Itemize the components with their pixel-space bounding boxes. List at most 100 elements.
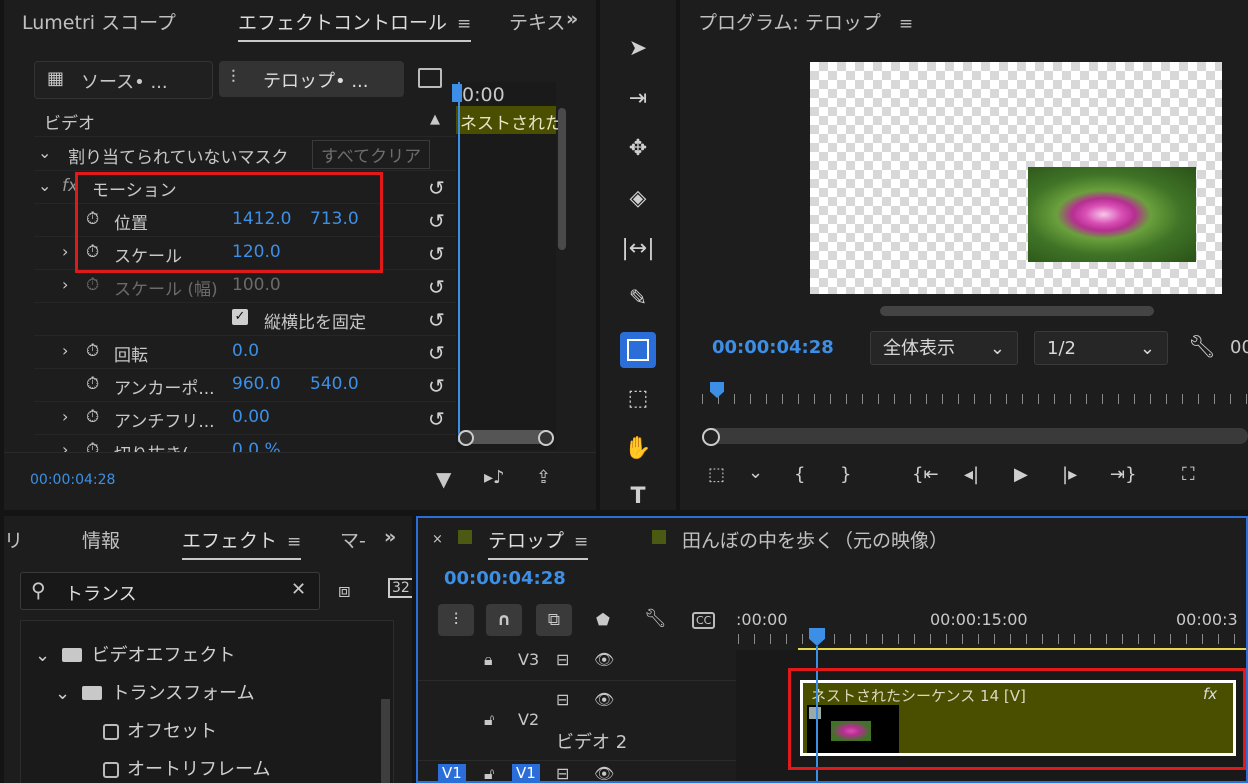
resolution-dropdown[interactable]: 1/2 ⌄ bbox=[1034, 331, 1168, 365]
lock-icon[interactable]: 🔒︎ bbox=[484, 650, 493, 670]
chevron-down-icon[interactable]: ⌄ bbox=[38, 143, 51, 162]
panel-toggle-icon[interactable] bbox=[418, 68, 442, 88]
mini-zoom-left[interactable] bbox=[458, 430, 474, 446]
32bit-effects-icon[interactable]: 32 bbox=[388, 578, 412, 598]
program-timecode[interactable]: 00:00:04:28 bbox=[712, 337, 834, 358]
safe-margins-icon[interactable]: ⬚ bbox=[708, 464, 725, 485]
reset-icon[interactable]: ↺ bbox=[428, 242, 456, 266]
panel-menu-icon[interactable]: ≡ bbox=[457, 14, 471, 34]
ripple-edit-tool-icon[interactable]: ✥ bbox=[620, 136, 656, 161]
play-audio-icon[interactable]: ▸♪ bbox=[484, 467, 505, 488]
linked-selection-button[interactable]: ⧉ bbox=[536, 604, 572, 636]
clear-search-icon[interactable]: ✕ bbox=[291, 579, 306, 600]
effects-tree-scrollbar[interactable] bbox=[381, 699, 390, 783]
fit-dropdown[interactable]: 全体表示 ⌄ bbox=[870, 331, 1018, 365]
source-selector[interactable]: ▦ ソース• ... bbox=[34, 61, 213, 99]
track-select-tool-icon[interactable]: ⇥ bbox=[620, 86, 656, 111]
tab-lumetri-scopes[interactable]: Lumetri スコープ bbox=[22, 8, 176, 35]
slip-tool-icon[interactable]: |↔| bbox=[620, 236, 656, 261]
eye-icon[interactable]: 👁︎ bbox=[594, 650, 614, 669]
go-to-out-icon[interactable]: ⇥} bbox=[1110, 464, 1137, 485]
chevron-down-icon[interactable]: ⌄ bbox=[748, 462, 763, 483]
wrench-icon[interactable]: 🔧︎ bbox=[644, 608, 667, 629]
reset-icon[interactable]: ↺ bbox=[428, 176, 456, 200]
reset-icon[interactable]: ↺ bbox=[428, 341, 456, 365]
nest-toggle-button[interactable]: ⫶ bbox=[438, 604, 474, 636]
panel-menu-icon[interactable]: ≡ bbox=[574, 532, 588, 552]
source-patch-v1[interactable]: V1 bbox=[438, 764, 466, 781]
mark-in-icon[interactable]: { bbox=[794, 464, 805, 485]
wrench-icon[interactable]: 🔧︎ bbox=[1188, 335, 1216, 360]
export-icon[interactable]: ⇪ bbox=[536, 467, 551, 488]
selection-tool-icon[interactable]: ➤ bbox=[620, 36, 656, 61]
rectangle-tool-button[interactable] bbox=[620, 332, 656, 368]
sync-lock-icon[interactable]: ⊟ bbox=[556, 690, 569, 709]
program-zoom-handle[interactable] bbox=[702, 428, 720, 446]
clip-selector[interactable]: ⫶ テロップ• ... bbox=[219, 61, 404, 97]
chevron-down-icon[interactable]: ⌄ bbox=[38, 176, 51, 195]
tab-effect-controls[interactable]: エフェクトコントロール ≡ bbox=[238, 8, 472, 42]
button-editor-icon[interactable]: ⛶ bbox=[1182, 464, 1195, 485]
search-input[interactable]: トランス bbox=[65, 580, 137, 606]
eye-icon[interactable]: 👁︎ bbox=[594, 764, 614, 781]
sync-lock-icon[interactable]: ⊟ bbox=[556, 764, 569, 781]
mini-playhead-handle[interactable] bbox=[452, 84, 462, 102]
mini-zoom-right[interactable] bbox=[538, 430, 554, 446]
reset-icon[interactable]: ↺ bbox=[428, 407, 456, 431]
reset-icon[interactable]: ↺ bbox=[428, 308, 456, 332]
chevron-right-icon[interactable]: › bbox=[62, 275, 68, 294]
mark-out-icon[interactable]: } bbox=[840, 464, 851, 485]
clear-all-button[interactable]: すべてクリア bbox=[312, 140, 431, 169]
type-tool-icon[interactable]: T bbox=[620, 484, 656, 509]
eye-icon[interactable]: 👁︎ bbox=[594, 690, 614, 709]
tab-markers[interactable]: マ- bbox=[340, 526, 366, 553]
chevron-right-icon[interactable]: › bbox=[62, 242, 68, 261]
effects-search-box[interactable]: ⚲ トランス ✕ bbox=[20, 572, 320, 610]
rotation-value[interactable]: 0.0 bbox=[232, 341, 259, 361]
panel-menu-icon[interactable]: ≡ bbox=[287, 532, 301, 552]
razor-tool-icon[interactable]: ◈ bbox=[620, 186, 656, 211]
mini-clip-bar[interactable]: ネストされた bbox=[456, 106, 562, 134]
tab-info[interactable]: 情報 bbox=[82, 526, 120, 553]
tab-text[interactable]: テキス bbox=[509, 8, 565, 35]
flower-image[interactable] bbox=[1028, 167, 1196, 262]
tab-effects[interactable]: エフェクト ≡ bbox=[182, 526, 302, 560]
panel-menu-icon[interactable]: ≡ bbox=[899, 14, 913, 34]
chevron-down-icon[interactable]: ⌄ bbox=[35, 645, 50, 666]
video-section-header[interactable]: ビデオ ▲ bbox=[34, 103, 456, 137]
step-back-icon[interactable]: ◂| bbox=[964, 464, 979, 485]
play-icon[interactable]: ▶ bbox=[1014, 464, 1028, 485]
reset-icon[interactable]: ↺ bbox=[428, 374, 456, 398]
mini-playhead[interactable] bbox=[458, 82, 460, 442]
sync-lock-icon[interactable]: ⊟ bbox=[556, 650, 569, 669]
program-zoom-bar[interactable] bbox=[704, 428, 1248, 444]
stopwatch-icon[interactable]: ⏱ bbox=[86, 341, 99, 361]
filter-icon[interactable]: ▼ bbox=[436, 467, 451, 491]
uniform-scale-checkbox[interactable]: ✓ bbox=[232, 309, 248, 325]
anchor-x-value[interactable]: 960.0 bbox=[232, 374, 281, 394]
tree-item-auto-reframe[interactable]: オートリフレーム bbox=[103, 755, 270, 781]
tree-item-offset[interactable]: オフセット bbox=[103, 717, 217, 743]
more-tabs-button[interactable]: » bbox=[384, 526, 396, 548]
program-title[interactable]: プログラム: テロップ ≡ bbox=[698, 8, 913, 35]
program-scrollbar[interactable] bbox=[880, 306, 1154, 316]
anchor-y-value[interactable]: 540.0 bbox=[310, 374, 359, 394]
go-to-in-icon[interactable]: {⇤ bbox=[912, 464, 939, 485]
effect-timecode[interactable]: 00:00:04:28 bbox=[30, 472, 115, 488]
hand-select-tool-icon[interactable]: ⬚ bbox=[620, 386, 656, 411]
reset-icon[interactable]: ↺ bbox=[428, 209, 456, 233]
lock-icon[interactable]: 🔓︎ bbox=[484, 710, 494, 730]
tab-libraries[interactable]: リ bbox=[4, 526, 23, 553]
close-tab-button[interactable]: × bbox=[432, 532, 443, 547]
chevron-right-icon[interactable]: › bbox=[62, 407, 68, 426]
hand-tool-icon[interactable]: ✋ bbox=[620, 436, 656, 461]
timeline-timecode[interactable]: 00:00:04:28 bbox=[444, 568, 566, 589]
accelerated-effects-icon[interactable]: ⧈ bbox=[338, 578, 351, 602]
snap-button[interactable]: ∩ bbox=[486, 604, 522, 636]
tab-sequence-telop[interactable]: テロップ ≡ bbox=[488, 526, 589, 560]
program-ruler[interactable] bbox=[702, 394, 1248, 404]
stopwatch-icon[interactable]: ⏱ bbox=[86, 374, 99, 394]
step-forward-icon[interactable]: |▸ bbox=[1062, 464, 1077, 485]
chevron-down-icon[interactable]: ⌄ bbox=[55, 683, 70, 704]
tab-sequence-original[interactable]: 田んぼの中を歩く（元の映像） bbox=[682, 526, 948, 553]
